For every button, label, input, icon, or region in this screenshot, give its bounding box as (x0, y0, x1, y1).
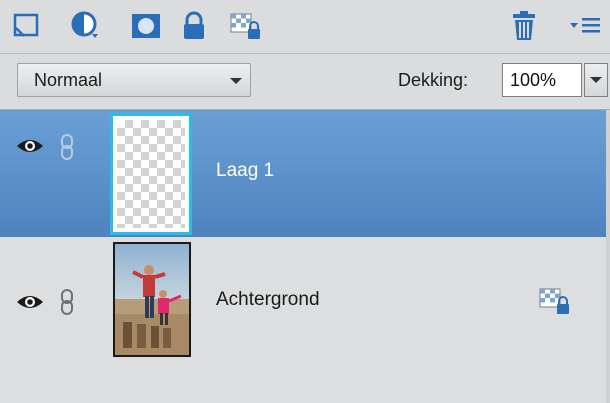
chevron-down-icon (230, 78, 242, 84)
layer-options-bar: Normaal Dekking: 100% (0, 54, 610, 110)
link-icon[interactable] (60, 134, 74, 160)
link-icon[interactable] (60, 289, 74, 315)
opacity-input[interactable]: 100% (502, 63, 582, 97)
new-layer-icon[interactable] (8, 8, 44, 44)
layer-thumbnail[interactable] (110, 113, 192, 235)
lock-transparency-icon (539, 288, 569, 314)
adjustment-layer-icon[interactable] (70, 8, 106, 44)
layer-thumbnail[interactable] (113, 242, 191, 357)
layer-row-laag-1[interactable]: Laag 1 (0, 110, 610, 237)
transparency-checkerboard (117, 120, 185, 228)
visibility-eye-icon[interactable] (16, 137, 44, 155)
delete-layer-icon[interactable] (506, 8, 542, 44)
opacity-label: Dekking: (398, 70, 469, 90)
layer-name[interactable]: Achtergrond (216, 289, 320, 311)
layer-name[interactable]: Laag 1 (216, 160, 274, 182)
blend-mode-dropdown[interactable]: Normaal (17, 63, 251, 97)
panel-scrollbar[interactable] (606, 110, 610, 403)
layers-toolbar (0, 0, 610, 54)
layer-row-achtergrond[interactable]: Achtergrond (0, 237, 610, 365)
visibility-eye-icon[interactable] (16, 293, 44, 311)
opacity-dropdown-button[interactable] (584, 63, 608, 97)
layer-mask-icon[interactable] (128, 8, 164, 44)
blend-mode-value: Normaal (34, 70, 103, 90)
lock-transparency-icon[interactable] (228, 8, 264, 44)
beach-photo-thumbnail (115, 244, 189, 355)
panel-menu-icon[interactable] (568, 8, 604, 44)
lock-all-icon[interactable] (176, 8, 212, 44)
